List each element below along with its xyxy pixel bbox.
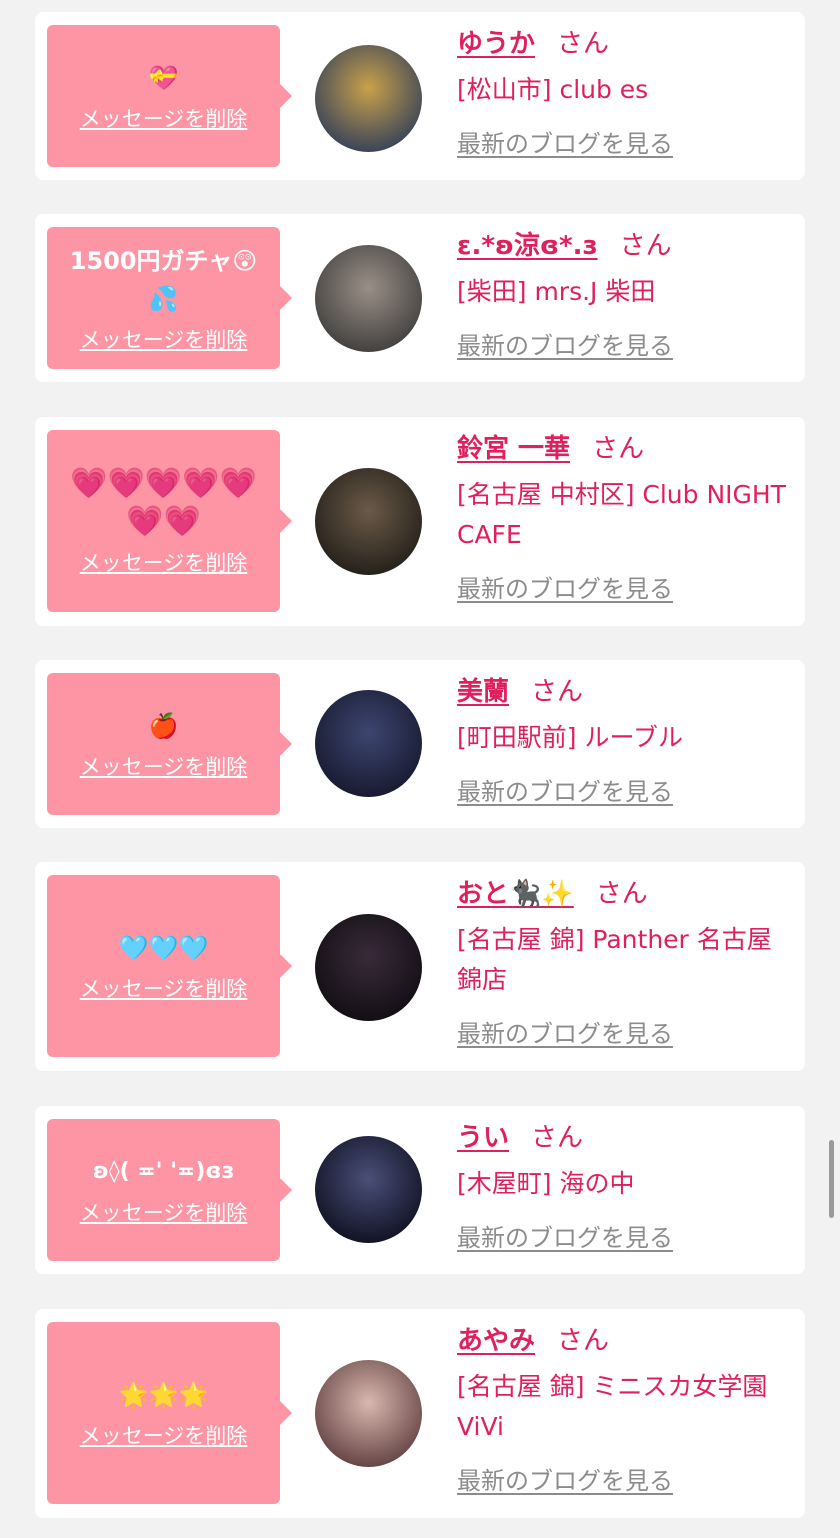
message-bubble: ʚ◊( ≖' '≖)ɞз メッセージを削除 — [47, 1119, 292, 1261]
scrollbar[interactable] — [829, 1140, 834, 1218]
shop-label: [名古屋 中村区] Club NIGHT CAFE — [457, 480, 786, 549]
message-bubble: 💝 メッセージを削除 — [47, 25, 292, 167]
latest-blog-link[interactable]: 最新のブログを見る — [457, 1461, 673, 1496]
message-text: 1500円ガチャ😲💦 — [69, 247, 258, 313]
cast-name-link[interactable]: あやみ — [457, 1326, 535, 1356]
message-text: 🍎 — [148, 712, 179, 740]
latest-blog-link[interactable]: 最新のブログを見る — [457, 1218, 673, 1253]
shop-label: [松山市] club es — [457, 75, 649, 104]
delete-message-link[interactable]: メッセージを削除 — [80, 1420, 248, 1450]
cast-name-link[interactable]: ε.*ʚ涼ɞ*.з — [457, 231, 598, 261]
delete-message-link[interactable]: メッセージを削除 — [80, 1197, 248, 1227]
honorific-label: さん — [531, 677, 584, 707]
list-item: ʚ◊( ≖' '≖)ɞз メッセージを削除 うい さん [木屋町] 海の中 最新の… — [35, 1106, 805, 1274]
cast-info: あやみ さん [名古屋 錦] ミニスカ女学園ViVi 最新のブログを見る — [457, 1323, 791, 1496]
cast-name-link[interactable]: 美蘭 — [457, 677, 509, 707]
honorific-label: さん — [592, 434, 645, 464]
latest-blog-link[interactable]: 最新のブログを見る — [457, 326, 673, 361]
avatar[interactable] — [315, 1136, 422, 1243]
delete-message-link[interactable]: メッセージを削除 — [80, 547, 248, 577]
avatar[interactable] — [315, 45, 422, 152]
honorific-label: さん — [557, 1326, 610, 1356]
shop-label: [名古屋 錦] ミニスカ女学園ViVi — [457, 1372, 768, 1441]
message-bubble: 💗💗💗💗💗💗💗 メッセージを削除 — [47, 430, 292, 612]
cast-name-link[interactable]: 鈴宮 一華 — [457, 434, 570, 464]
delete-message-link[interactable]: メッセージを削除 — [80, 103, 248, 133]
shop-label: [名古屋 錦] Panther 名古屋錦店 — [457, 925, 772, 994]
list-item: 1500円ガチャ😲💦 メッセージを削除 ε.*ʚ涼ɞ*.з さん [柴田] mrs… — [35, 214, 805, 382]
honorific-label: さん — [531, 1123, 584, 1153]
delete-message-link[interactable]: メッセージを削除 — [80, 751, 248, 781]
message-bubble: 🌟🌟🌟 メッセージを削除 — [47, 1322, 292, 1504]
delete-message-link[interactable]: メッセージを削除 — [80, 973, 248, 1003]
shop-label: [町田駅前] ルーブル — [457, 723, 683, 752]
avatar[interactable] — [315, 690, 422, 797]
message-text: ʚ◊( ≖' '≖)ɞз — [92, 1159, 235, 1184]
cast-name-link[interactable]: おと🐈‍⬛✨ — [457, 879, 574, 909]
delete-message-link[interactable]: メッセージを削除 — [80, 324, 248, 354]
list-item: 🩵🩵🩵 メッセージを削除 おと🐈‍⬛✨ さん [名古屋 錦] Panther 名古… — [35, 862, 805, 1071]
list-item: 💝 メッセージを削除 ゆうか さん [松山市] club es 最新のブログを見る — [35, 12, 805, 180]
cast-info: 鈴宮 一華 さん [名古屋 中村区] Club NIGHT CAFE 最新のブログ… — [457, 431, 791, 604]
avatar[interactable] — [315, 468, 422, 575]
cast-name-link[interactable]: うい — [457, 1123, 509, 1153]
cast-info: ゆうか さん [松山市] club es 最新のブログを見る — [457, 26, 791, 159]
cast-name-link[interactable]: ゆうか — [457, 29, 535, 59]
message-text: 🌟🌟🌟 — [118, 1381, 209, 1409]
message-bubble: 1500円ガチャ😲💦 メッセージを削除 — [47, 227, 292, 369]
message-text: 🩵🩵🩵 — [118, 934, 209, 962]
avatar[interactable] — [315, 245, 422, 352]
list-item: 🌟🌟🌟 メッセージを削除 あやみ さん [名古屋 錦] ミニスカ女学園ViVi 最… — [35, 1309, 805, 1518]
cast-info: 美蘭 さん [町田駅前] ルーブル 最新のブログを見る — [457, 674, 791, 807]
cast-info: ε.*ʚ涼ɞ*.з さん [柴田] mrs.J 柴田 最新のブログを見る — [457, 228, 791, 361]
shop-label: [柴田] mrs.J 柴田 — [457, 277, 656, 306]
message-list: 💝 メッセージを削除 ゆうか さん [松山市] club es 最新のブログを見る… — [0, 0, 840, 1538]
list-item: 💗💗💗💗💗💗💗 メッセージを削除 鈴宮 一華 さん [名古屋 中村区] Club … — [35, 417, 805, 626]
latest-blog-link[interactable]: 最新のブログを見る — [457, 1014, 673, 1049]
avatar[interactable] — [315, 1360, 422, 1467]
latest-blog-link[interactable]: 最新のブログを見る — [457, 772, 673, 807]
message-text: 💝 — [148, 64, 179, 92]
shop-label: [木屋町] 海の中 — [457, 1169, 635, 1198]
avatar[interactable] — [315, 914, 422, 1021]
list-item: 🍎 メッセージを削除 美蘭 さん [町田駅前] ルーブル 最新のブログを見る — [35, 660, 805, 828]
message-bubble: 🍎 メッセージを削除 — [47, 673, 292, 815]
message-bubble: 🩵🩵🩵 メッセージを削除 — [47, 875, 292, 1057]
honorific-label: さん — [619, 231, 672, 261]
latest-blog-link[interactable]: 最新のブログを見る — [457, 569, 673, 604]
cast-info: うい さん [木屋町] 海の中 最新のブログを見る — [457, 1120, 791, 1253]
cast-info: おと🐈‍⬛✨ さん [名古屋 錦] Panther 名古屋錦店 最新のブログを見る — [457, 876, 791, 1049]
honorific-label: さん — [595, 879, 648, 909]
latest-blog-link[interactable]: 最新のブログを見る — [457, 124, 673, 159]
message-text: 💗💗💗💗💗💗💗 — [70, 466, 257, 539]
honorific-label: さん — [557, 29, 610, 59]
